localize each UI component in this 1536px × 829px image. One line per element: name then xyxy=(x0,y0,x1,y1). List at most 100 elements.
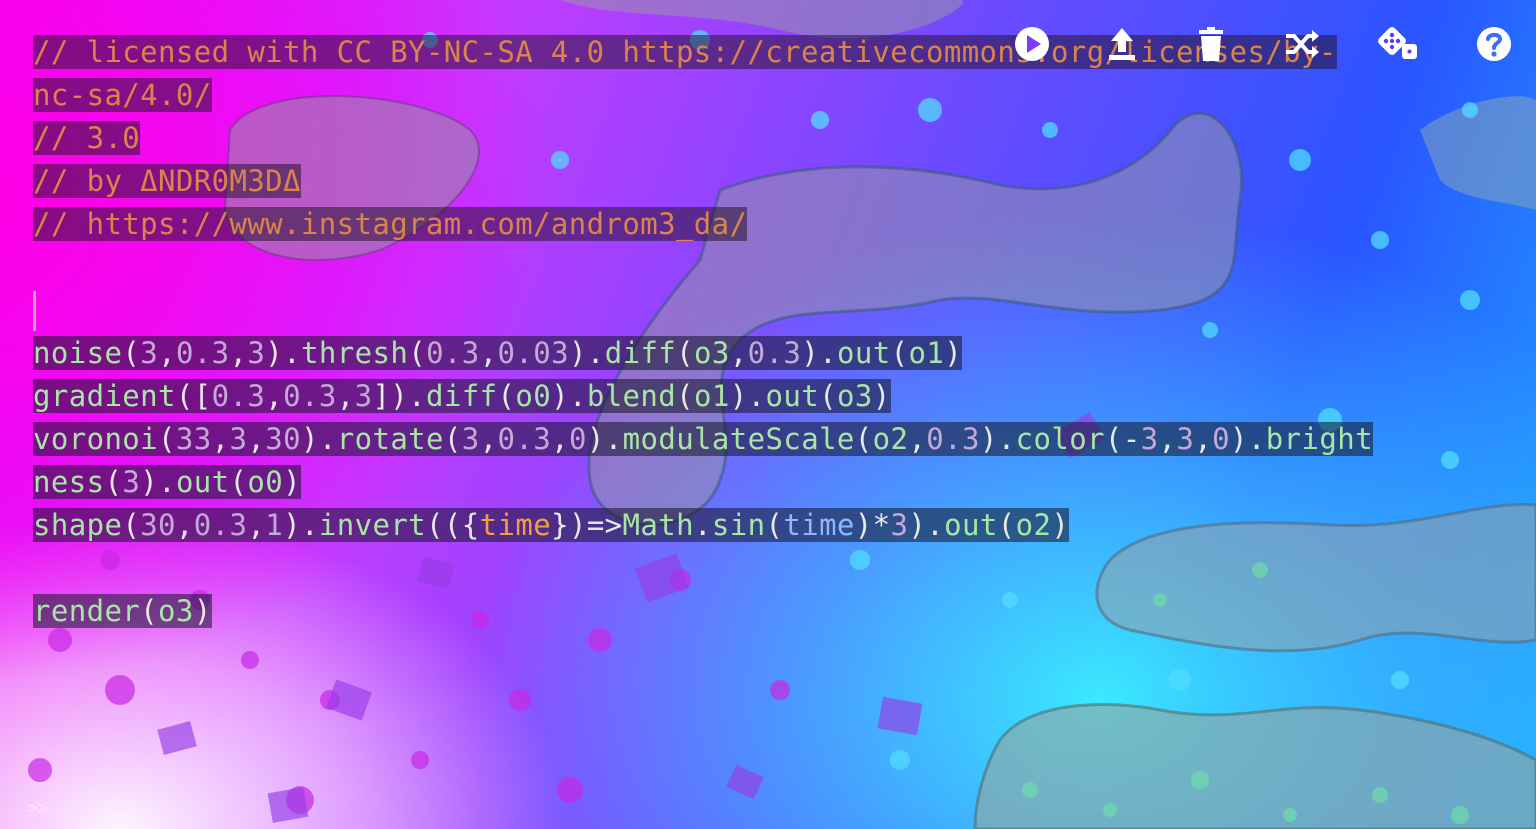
token: ) xyxy=(1051,508,1070,542)
token: ( xyxy=(158,422,176,456)
token: 1 xyxy=(265,508,284,542)
token: o1 xyxy=(908,336,945,370)
token: ( xyxy=(443,422,462,456)
token: ). xyxy=(586,422,623,456)
token: 3 xyxy=(229,422,248,456)
token: ( xyxy=(997,508,1016,542)
token: noise xyxy=(33,336,123,370)
code-statement: gradient([0.3,0.3,3]).diff(o0).blend(o1)… xyxy=(33,379,891,413)
code-statement: render(o3) xyxy=(33,594,212,628)
token: , xyxy=(175,508,194,542)
token: , xyxy=(265,379,284,413)
token: blend xyxy=(586,379,677,413)
token: color xyxy=(1015,422,1105,456)
comment-line: nc-sa/4.0/ xyxy=(33,78,212,112)
token: . xyxy=(694,508,712,542)
token: 0.3 xyxy=(211,379,266,413)
token: ) xyxy=(193,594,212,628)
token: , xyxy=(211,422,230,456)
code-line: shape(30,0.3,1).invert(({time})=>Math.si… xyxy=(33,504,1433,547)
console-prompt[interactable]: >> xyxy=(28,798,47,817)
token: )* xyxy=(854,508,891,542)
token: shape xyxy=(33,508,123,542)
token: diff xyxy=(604,336,677,370)
token: , xyxy=(336,379,355,413)
token: 0.3 xyxy=(283,379,337,413)
run-button[interactable] xyxy=(1008,20,1056,68)
token: out xyxy=(836,336,891,370)
token: , xyxy=(729,336,748,370)
token: ). xyxy=(729,379,766,413)
upload-icon xyxy=(1109,28,1135,60)
code-statement: voronoi(33,3,30).rotate(3,0.3,0).modulat… xyxy=(33,422,1373,456)
code-statement: noise(3,0.3,3).thresh(0.3,0.03).diff(o3,… xyxy=(33,336,963,370)
token: ). xyxy=(283,508,319,542)
code-line: voronoi(33,3,30).rotate(3,0.3,0).modulat… xyxy=(33,418,1433,461)
text-cursor xyxy=(33,291,36,331)
token: ) xyxy=(283,465,302,499)
token: 3 xyxy=(890,508,909,542)
token: 3 xyxy=(461,422,480,456)
token: , xyxy=(479,422,498,456)
dice-icon xyxy=(1378,27,1417,59)
token: ( xyxy=(819,379,837,413)
token: , xyxy=(1158,422,1177,456)
token: Math xyxy=(622,508,694,542)
code-line: // https://www.instagram.com/androm3_da/ xyxy=(33,203,1433,246)
token: sin xyxy=(711,508,766,542)
token: ([ xyxy=(175,379,212,413)
code-line: nc-sa/4.0/ xyxy=(33,74,1433,117)
token: 0.3 xyxy=(926,422,980,456)
shuffle-icon xyxy=(1286,30,1319,58)
token: bright xyxy=(1265,422,1373,456)
comment-line: // https://www.instagram.com/androm3_da/ xyxy=(33,207,748,241)
code-statement: ness(3).out(o0) xyxy=(33,465,302,499)
code-line: noise(3,0.3,3).thresh(0.3,0.03).diff(o3,… xyxy=(33,332,1433,375)
token: ( xyxy=(408,336,427,370)
token: 30 xyxy=(265,422,301,456)
code-statement: shape(30,0.3,1).invert(({time})=>Math.si… xyxy=(33,508,1070,542)
token: 0.3 xyxy=(426,336,480,370)
token: ness xyxy=(33,465,105,499)
token: o3 xyxy=(158,594,194,628)
token: o3 xyxy=(836,379,873,413)
token: ). xyxy=(568,336,605,370)
token: 3 xyxy=(140,336,159,370)
token: render xyxy=(33,594,141,628)
upload-button[interactable] xyxy=(1098,20,1146,68)
token: (- xyxy=(1104,422,1141,456)
random-button[interactable] xyxy=(1374,20,1422,68)
token: invert xyxy=(318,508,427,542)
token: 30 xyxy=(140,508,176,542)
shuffle-button[interactable] xyxy=(1278,20,1326,68)
token: 33 xyxy=(175,422,212,456)
cursor-line[interactable] xyxy=(33,289,1433,332)
token: ( xyxy=(140,594,159,628)
code-line: gradient([0.3,0.3,3]).diff(o0).blend(o1)… xyxy=(33,375,1433,418)
token: out xyxy=(765,379,820,413)
token: o2 xyxy=(1015,508,1052,542)
code-line: ness(3).out(o0) xyxy=(33,461,1433,504)
comment-line: // 3.0 xyxy=(33,121,141,155)
clear-button[interactable] xyxy=(1187,20,1235,68)
code-editor[interactable]: // licensed with CC BY-NC-SA 4.0 https:/… xyxy=(33,31,1433,633)
token: (({ xyxy=(426,508,480,542)
token: ). xyxy=(979,422,1016,456)
token: ). xyxy=(801,336,837,370)
token: ). xyxy=(140,465,176,499)
token: 0.3 xyxy=(497,422,552,456)
code-line: // by ΔNDR0M3DΔ xyxy=(33,160,1433,203)
token: o1 xyxy=(694,379,730,413)
token: ( xyxy=(122,508,141,542)
toolbar xyxy=(996,20,1536,68)
token: ( xyxy=(854,422,873,456)
token: diff xyxy=(426,379,498,413)
token: modulateScale xyxy=(622,422,855,456)
token: })=> xyxy=(551,508,623,542)
token: o3 xyxy=(694,336,730,370)
token: 3 xyxy=(122,465,141,499)
token: 0.3 xyxy=(747,336,802,370)
token: o0 xyxy=(515,379,552,413)
help-button[interactable] xyxy=(1470,20,1518,68)
